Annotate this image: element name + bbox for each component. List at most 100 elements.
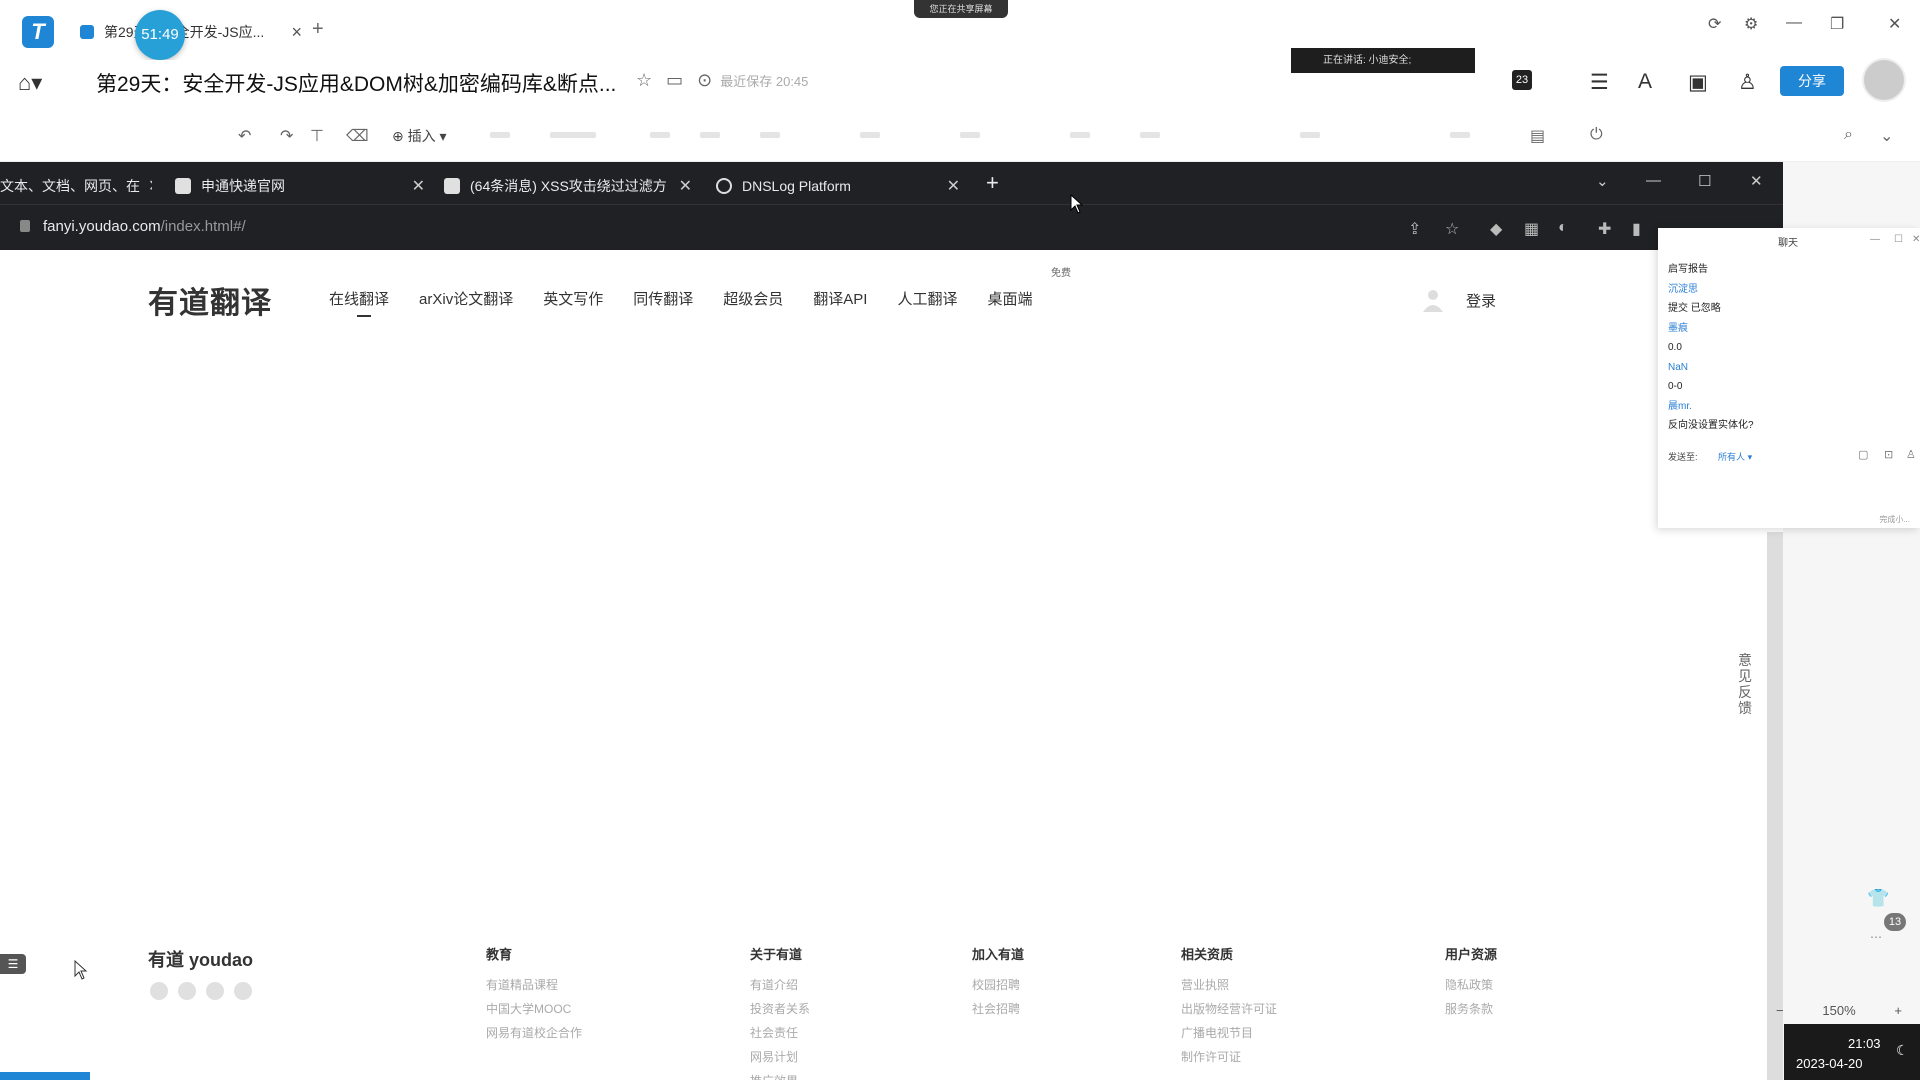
- footer-link[interactable]: 网易计划: [750, 1045, 810, 1069]
- user-icon[interactable]: [1423, 288, 1443, 312]
- footer-link[interactable]: 服务条款: [1445, 997, 1497, 1021]
- toolbar-item[interactable]: [550, 132, 596, 138]
- footer-link[interactable]: 出版物经营许可证: [1181, 997, 1277, 1021]
- new-tab-icon[interactable]: +: [986, 170, 999, 196]
- footer-link[interactable]: 投资者关系: [750, 997, 810, 1021]
- share-icon[interactable]: ⇪: [1408, 219, 1421, 239]
- nav-arxiv[interactable]: arXiv论文翻译: [419, 288, 513, 309]
- toolbar-item[interactable]: [1140, 132, 1160, 138]
- wechat-icon[interactable]: [178, 982, 196, 1000]
- nav-interpret[interactable]: 同传翻译: [633, 288, 693, 309]
- footer-link[interactable]: 推广效果: [750, 1069, 810, 1080]
- footer-link[interactable]: 社会责任: [750, 1021, 810, 1045]
- extension-icon[interactable]: ◆: [1490, 219, 1502, 239]
- youdao-logo[interactable]: 有道翻译: [148, 278, 272, 322]
- footer-link[interactable]: 营业执照: [1181, 973, 1277, 997]
- eraser-icon[interactable]: ⌫: [346, 126, 369, 146]
- footer-link[interactable]: 校园招聘: [972, 973, 1024, 997]
- footer-link[interactable]: 中国大学MOOC: [486, 997, 582, 1021]
- footer-link[interactable]: 隐私政策: [1445, 973, 1497, 997]
- close-tab-icon[interactable]: ✕: [939, 176, 960, 196]
- search-icon[interactable]: ⌕: [1844, 126, 1853, 144]
- share-button[interactable]: 分享: [1780, 66, 1844, 96]
- browser-tab[interactable]: DNSLog Platform ✕: [716, 168, 960, 204]
- nav-api[interactable]: 翻译API: [813, 288, 867, 309]
- extension-icon[interactable]: ▦: [1524, 219, 1539, 239]
- footer-link[interactable]: 有道介绍: [750, 973, 810, 997]
- plugin-icon[interactable]: ⏻: [1590, 126, 1603, 144]
- footer-link[interactable]: 广播电视节目: [1181, 1021, 1277, 1045]
- page-icon[interactable]: ▤: [1530, 126, 1545, 146]
- browser-tab[interactable]: 文本、文档、网页、在 ✕: [0, 168, 152, 204]
- insert-button[interactable]: ⊕ 插入 ▾: [392, 126, 447, 146]
- star-icon[interactable]: ☆: [636, 70, 652, 91]
- outline-toggle-icon[interactable]: ☰: [0, 954, 26, 974]
- toolbar-item[interactable]: [760, 132, 780, 138]
- close-icon[interactable]: ✕: [1750, 172, 1763, 190]
- undo-icon[interactable]: ↶: [238, 126, 251, 146]
- close-icon[interactable]: ✕: [1912, 234, 1920, 245]
- redo-icon[interactable]: ↷: [280, 126, 293, 146]
- screenshot-icon[interactable]: ⊡: [1884, 448, 1893, 461]
- person-icon[interactable]: ♙: [1906, 448, 1916, 461]
- chevron-down-icon[interactable]: ⌄: [1880, 126, 1893, 146]
- shirt-icon[interactable]: 👕: [1867, 888, 1889, 909]
- moon-icon[interactable]: ☾: [1896, 1042, 1909, 1059]
- toolbar-item[interactable]: [860, 132, 880, 138]
- app-icon[interactable]: [234, 982, 252, 1000]
- toolbar-item[interactable]: [700, 132, 720, 138]
- nav-human[interactable]: 人工翻译: [897, 288, 957, 309]
- url-field[interactable]: fanyi.youdao.com/index.html#/: [43, 218, 246, 235]
- toolbar-item[interactable]: [490, 132, 510, 138]
- more-icon[interactable]: ⋯: [1870, 930, 1882, 944]
- footer-link[interactable]: 有道精品课程: [486, 973, 582, 997]
- bookmark-star-icon[interactable]: ☆: [1445, 219, 1459, 239]
- collab-icon[interactable]: ♙: [1738, 70, 1757, 95]
- maximize-icon[interactable]: ☐: [1698, 172, 1711, 190]
- chevron-down-icon[interactable]: ⌄: [1596, 172, 1609, 190]
- restore-icon[interactable]: ❐: [1830, 14, 1844, 34]
- add-tab-icon[interactable]: +: [312, 18, 324, 41]
- format-painter-icon[interactable]: ⊤: [310, 126, 324, 146]
- recipient-select[interactable]: 所有人: [1718, 452, 1745, 462]
- browser-tab[interactable]: 申通快递官网 ✕: [175, 168, 425, 204]
- refresh-icon[interactable]: ⟳: [1708, 14, 1721, 34]
- nav-desktop[interactable]: 桌面端: [987, 288, 1032, 309]
- minimize-icon[interactable]: —: [1786, 14, 1802, 32]
- login-link[interactable]: 登录: [1466, 290, 1496, 311]
- chevron-down-icon[interactable]: ▾: [1748, 452, 1753, 462]
- feedback-tab[interactable]: 意见反馈: [1738, 652, 1754, 716]
- present-icon[interactable]: ▣: [1688, 70, 1708, 95]
- footer-link[interactable]: 网易有道校企合作: [486, 1021, 582, 1045]
- weibo-icon[interactable]: [150, 982, 168, 1000]
- close-tab-icon[interactable]: ✕: [671, 176, 692, 196]
- maximize-icon[interactable]: ☐: [1894, 234, 1903, 245]
- browser-tab[interactable]: (64条消息) XSS攻击绕过过滤方 ✕: [444, 168, 692, 204]
- nav-writing[interactable]: 英文写作: [543, 288, 603, 309]
- toolbar-item[interactable]: [1070, 132, 1090, 138]
- menu-icon[interactable]: ☰: [1590, 70, 1609, 95]
- font-icon[interactable]: A: [1638, 70, 1652, 94]
- toolbar-item[interactable]: [1450, 132, 1470, 138]
- file-icon[interactable]: ▢: [1858, 448, 1868, 461]
- zoom-out-icon[interactable]: −: [1776, 1003, 1784, 1018]
- qq-icon[interactable]: [206, 982, 224, 1000]
- home-icon[interactable]: ⌂▾: [18, 70, 42, 96]
- toolbar-item[interactable]: [960, 132, 980, 138]
- folder-icon[interactable]: ▭: [666, 70, 683, 91]
- doc-tab[interactable]: 第29天：安全开发-JS应... ×: [72, 14, 302, 50]
- toolbar-item[interactable]: [1300, 132, 1320, 138]
- close-icon[interactable]: ×: [291, 22, 302, 43]
- window-close-icon[interactable]: ✕: [1888, 14, 1901, 34]
- toolbar-item[interactable]: [650, 132, 670, 138]
- extension-icon[interactable]: ◐: [1558, 219, 1568, 237]
- settings-icon[interactable]: ⚙: [1744, 14, 1758, 34]
- minimize-icon[interactable]: —: [1646, 172, 1661, 189]
- footer-link[interactable]: 制作许可证: [1181, 1045, 1277, 1069]
- nav-online-translate[interactable]: 在线翻译: [329, 288, 389, 317]
- minimize-icon[interactable]: —: [1870, 234, 1880, 245]
- sidebar-icon[interactable]: ▮: [1632, 219, 1641, 239]
- zoom-in-icon[interactable]: +: [1894, 1003, 1902, 1018]
- footer-link[interactable]: 社会招聘: [972, 997, 1024, 1021]
- close-tab-icon[interactable]: ✕: [140, 176, 152, 196]
